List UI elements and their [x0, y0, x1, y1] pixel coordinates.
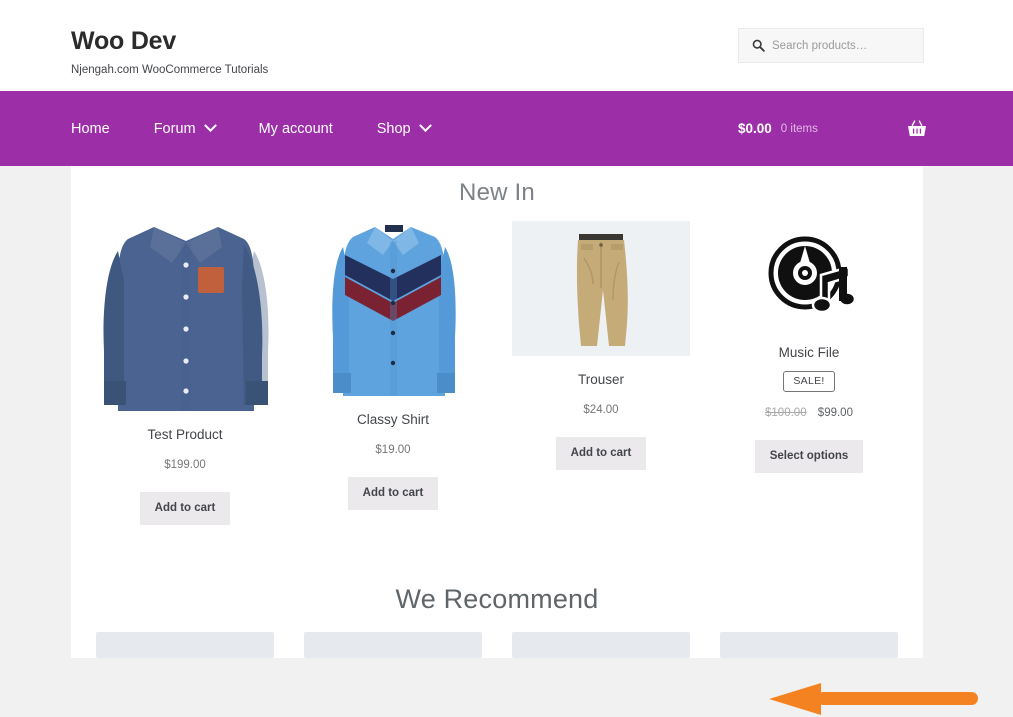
product-image-link[interactable] — [91, 221, 279, 411]
khaki-trousers-photo — [576, 233, 628, 346]
add-to-cart-button[interactable]: Add to cart — [347, 476, 439, 511]
cart-total-amount: $0.00 — [738, 121, 772, 136]
product-card[interactable]: Test Product $199.00 Add to cart — [81, 221, 289, 526]
nav-item-home[interactable]: Home — [71, 91, 132, 166]
nav-item-label: My account — [258, 120, 333, 137]
product-title: Classy Shirt — [356, 412, 429, 427]
product-image-link[interactable] — [715, 221, 903, 329]
product-image-placeholder — [304, 632, 482, 658]
cart-icon-button[interactable] — [906, 91, 928, 166]
product-search-box[interactable] — [738, 28, 924, 63]
cart-summary[interactable]: $0.00 0 items — [738, 91, 818, 166]
product-title: Trouser — [577, 372, 624, 387]
section-heading-new-in: New In — [459, 179, 535, 206]
annotation-arrow-icon — [769, 683, 978, 715]
chevron-down-icon — [418, 119, 432, 133]
product-price: $19.00 — [375, 443, 411, 456]
product-title: Music File — [778, 345, 840, 360]
product-price-sale: $99.00 — [817, 406, 853, 419]
product-card[interactable]: Trouser $24.00 Add to cart — [497, 221, 705, 525]
product-image-placeholder — [96, 632, 274, 658]
product-price: $199.00 — [164, 458, 206, 471]
product-title: Test Product — [147, 427, 223, 442]
site-title: Woo Dev — [71, 27, 177, 55]
product-image-frame — [512, 221, 690, 356]
cart-item-count: 0 items — [780, 122, 818, 135]
nav-item-label: Home — [71, 120, 110, 137]
nav-item-label: Shop — [376, 120, 411, 137]
site-branding[interactable]: Woo Dev Njengah.com WooCommerce Tutorial… — [71, 27, 269, 77]
product-card[interactable]: Classy Shirt $19.00 Add to cart — [289, 221, 497, 525]
product-price-original: $100.00 — [765, 406, 807, 419]
recommend-product-row — [81, 632, 913, 658]
primary-navigation-bar: Home Forum My account Shop $0.00 0 items — [0, 91, 1013, 166]
sale-badge: SALE! — [783, 370, 835, 392]
product-card[interactable]: Music File SALE! $100.00 $99.00 Select o… — [705, 221, 913, 525]
recommend-cell[interactable] — [289, 632, 497, 658]
product-price: $24.00 — [583, 403, 619, 416]
add-to-cart-button[interactable]: Add to cart — [555, 436, 647, 471]
section-heading-we-recommend: We Recommend — [395, 584, 599, 614]
nav-links: Home Forum My account Shop — [71, 91, 452, 166]
add-to-cart-button[interactable]: Add to cart — [139, 491, 231, 526]
recommend-cell[interactable] — [81, 632, 289, 658]
main-content-column: New In Test Product $199.00 Add to cart … — [71, 166, 978, 715]
blue-dress-shirt-photo — [93, 221, 277, 411]
site-header: Woo Dev Njengah.com WooCommerce Tutorial… — [0, 0, 1013, 91]
product-image-frame — [720, 221, 898, 329]
nav-item-label: Forum — [153, 120, 196, 137]
product-image-placeholder — [720, 632, 898, 658]
product-image-placeholder — [512, 632, 690, 658]
search-input[interactable] — [772, 39, 912, 52]
nav-item-shop[interactable]: Shop — [355, 91, 452, 166]
nav-item-my-account[interactable]: My account — [237, 91, 355, 166]
chevron-down-icon — [203, 119, 217, 133]
vinyl-record-music-note-icon — [768, 236, 855, 314]
product-image-link[interactable] — [507, 221, 695, 356]
nav-item-forum[interactable]: Forum — [132, 91, 237, 166]
recommend-cell[interactable] — [497, 632, 705, 658]
product-grid-new-in: Test Product $199.00 Add to cart Classy … — [81, 221, 913, 526]
recommend-cell[interactable] — [705, 632, 913, 658]
product-image-link[interactable] — [299, 221, 487, 396]
search-icon — [752, 39, 765, 52]
light-blue-chevron-shirt-photo — [322, 221, 464, 396]
select-options-button[interactable]: Select options — [754, 439, 864, 474]
site-tagline: Njengah.com WooCommerce Tutorials — [71, 63, 269, 76]
product-price: $100.00 $99.00 — [765, 407, 853, 419]
shopping-basket-icon — [908, 119, 926, 136]
